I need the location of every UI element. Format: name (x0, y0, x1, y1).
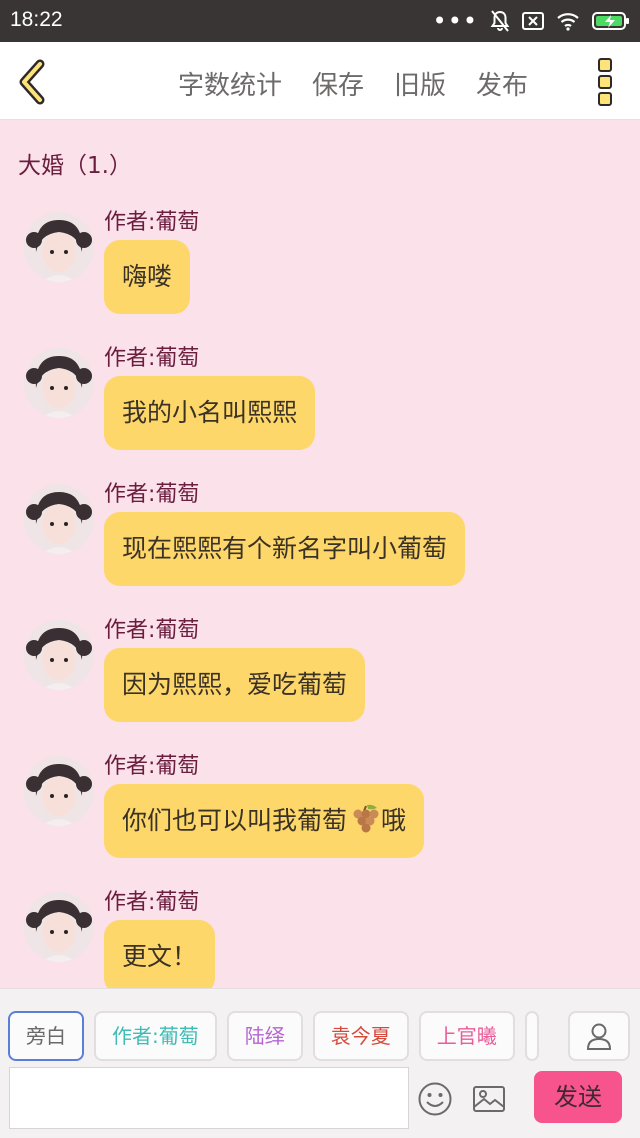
composer-panel: 旁白 作者:葡萄 陆绎 袁今夏 上官曦 发送 (0, 988, 640, 1138)
message-author: 作者:葡萄 (104, 210, 200, 235)
role-chip-lu-yi[interactable]: 陆绎 (226, 1011, 303, 1061)
role-chip-narrator[interactable]: 旁白 (8, 1011, 84, 1061)
editor-toolbar: 字数统计 保存 旧版 发布 (0, 42, 640, 120)
mute-bell-icon (490, 10, 510, 32)
role-selector: 旁白 作者:葡萄 陆绎 袁今夏 上官曦 (8, 1011, 539, 1061)
message-input[interactable] (9, 1067, 409, 1129)
grape-icon (353, 804, 379, 833)
avatar-image (24, 756, 94, 826)
avatar-image (24, 484, 94, 554)
old-version-button[interactable]: 旧版 (394, 65, 446, 102)
role-chip-yuan-jinxia[interactable]: 袁今夏 (312, 1011, 409, 1061)
message-bubble[interactable]: 因为熙熙，爱吃葡萄 (104, 648, 366, 722)
chat-area[interactable]: 大婚（1.） 作者:葡萄 嗨喽 作者:葡萄 我的小名叫熙熙 作者:葡萄 现在熙熙… (0, 120, 640, 988)
message-bubble[interactable]: 我的小名叫熙熙 (104, 376, 316, 450)
author-avatar[interactable] (24, 756, 94, 826)
message-bubble[interactable]: 现在熙熙有个新名字叫小葡萄 (104, 512, 466, 586)
emoji-icon[interactable] (417, 1081, 453, 1117)
chapter-title: 大婚（1.） (18, 153, 132, 179)
message-bubble[interactable]: 嗨喽 (104, 240, 191, 314)
sim-off-icon (522, 12, 544, 30)
message-author: 作者:葡萄 (104, 890, 200, 915)
author-avatar[interactable] (24, 348, 94, 418)
role-chip-overflow[interactable] (524, 1011, 539, 1061)
publish-button[interactable]: 发布 (476, 65, 528, 102)
status-bar: 18:22 ••• (0, 0, 640, 42)
user-icon (586, 1023, 612, 1050)
send-button[interactable]: 发送 (534, 1071, 622, 1123)
author-avatar[interactable] (24, 892, 94, 962)
message-author: 作者:葡萄 (104, 754, 200, 779)
more-dot (598, 92, 612, 106)
message-text-suffix: 哦 (381, 806, 407, 835)
more-dot (598, 58, 612, 72)
wifi-icon (557, 13, 579, 31)
message-author: 作者:葡萄 (104, 346, 200, 371)
author-avatar[interactable] (24, 484, 94, 554)
battery-charging-icon (592, 12, 629, 30)
message-bubble[interactable]: 更文！ (104, 920, 216, 988)
role-manage-button[interactable] (568, 1011, 630, 1061)
author-avatar[interactable] (24, 620, 94, 690)
avatar-image (24, 620, 94, 690)
avatar-image (24, 348, 94, 418)
more-notifications-icon: ••• (432, 7, 478, 35)
save-button[interactable]: 保存 (312, 65, 364, 102)
more-options-icon[interactable] (596, 58, 614, 106)
message-bubble[interactable]: 你们也可以叫我葡萄 哦 (104, 784, 425, 858)
role-chip-author[interactable]: 作者:葡萄 (94, 1011, 217, 1061)
status-icons: ••• (432, 7, 630, 35)
image-icon[interactable] (471, 1081, 507, 1117)
back-arrow-icon[interactable] (14, 58, 54, 106)
toolbar-menu: 字数统计 保存 旧版 发布 (178, 65, 528, 102)
message-text: 你们也可以叫我葡萄 (122, 806, 348, 835)
word-count-button[interactable]: 字数统计 (178, 65, 282, 102)
role-chip-shangguan-xi[interactable]: 上官曦 (418, 1011, 515, 1061)
message-author: 作者:葡萄 (104, 618, 200, 643)
avatar-image (24, 212, 94, 282)
author-avatar[interactable] (24, 212, 94, 282)
more-dot (598, 75, 612, 89)
avatar-image (24, 892, 94, 962)
message-author: 作者:葡萄 (104, 482, 200, 507)
status-time: 18:22 (10, 8, 63, 31)
